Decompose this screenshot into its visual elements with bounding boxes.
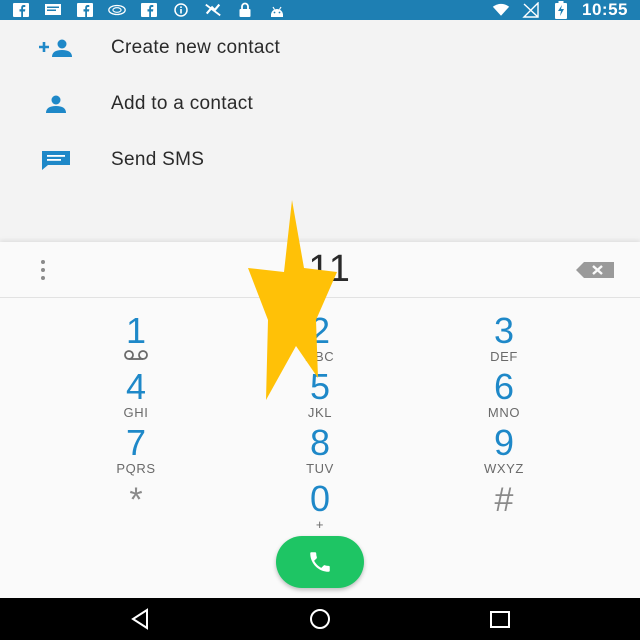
call-button[interactable] <box>276 536 364 588</box>
key-7[interactable]: 7 PQRS <box>76 424 196 480</box>
add-person-icon <box>37 36 75 60</box>
send-sms-item[interactable]: Send SMS <box>0 132 640 188</box>
key-6[interactable]: 6 MNO <box>444 368 564 424</box>
create-new-contact-item[interactable]: Create new contact <box>0 20 640 76</box>
send-sms-label: Send SMS <box>111 149 205 170</box>
back-button[interactable] <box>120 606 160 632</box>
add-to-contact-label: Add to a contact <box>111 93 254 114</box>
recents-button[interactable] <box>480 606 520 632</box>
facebook-icon <box>76 3 94 17</box>
key-4[interactable]: 4 GHI <box>76 368 196 424</box>
no-signal-icon <box>522 2 540 18</box>
create-new-contact-label: Create new contact <box>111 37 281 58</box>
backspace-icon <box>576 262 614 278</box>
facebook-icon <box>140 3 158 17</box>
facebook-icon <box>12 3 30 17</box>
key-2[interactable]: 2 ABC <box>260 312 380 368</box>
wifi-icon <box>492 3 510 17</box>
tv-icon <box>108 3 126 17</box>
navigation-bar <box>0 598 640 640</box>
key-hash[interactable]: # <box>444 480 564 536</box>
key-9[interactable]: 9 WXYZ <box>444 424 564 480</box>
key-3[interactable]: 3 DEF <box>444 312 564 368</box>
dialpad-panel: 111 1 2 ABC 3 DEF 4 GHI 5 JKL 6 MNO 7 PQ… <box>0 242 640 598</box>
back-icon <box>131 608 148 630</box>
lock-icon <box>236 2 254 17</box>
key-1[interactable]: 1 <box>76 312 196 368</box>
status-time: 10:55 <box>582 0 628 19</box>
battery-charging-icon <box>552 1 570 19</box>
dialed-digits[interactable]: 111 <box>0 248 640 291</box>
message-icon <box>37 148 75 172</box>
android-icon <box>268 3 286 17</box>
add-to-contact-item[interactable]: Add to a contact <box>0 76 640 132</box>
info-icon <box>172 3 190 17</box>
recents-icon <box>490 611 510 628</box>
message-icon <box>44 3 62 17</box>
contact-actions-list: Create new contact Add to a contact Send… <box>0 20 640 242</box>
key-8[interactable]: 8 TUV <box>260 424 380 480</box>
person-icon <box>37 92 75 116</box>
key-0[interactable]: 0 + <box>260 480 380 536</box>
voicemail-icon <box>76 350 196 365</box>
no-fan-icon <box>204 3 222 17</box>
digits-row: 111 <box>0 242 640 298</box>
home-icon <box>310 609 330 629</box>
key-5[interactable]: 5 JKL <box>260 368 380 424</box>
key-star[interactable]: * <box>76 480 196 536</box>
backspace-button[interactable] <box>574 260 616 280</box>
status-bar: 10:55 <box>0 0 640 20</box>
home-button[interactable] <box>300 606 340 632</box>
phone-icon <box>310 552 330 572</box>
